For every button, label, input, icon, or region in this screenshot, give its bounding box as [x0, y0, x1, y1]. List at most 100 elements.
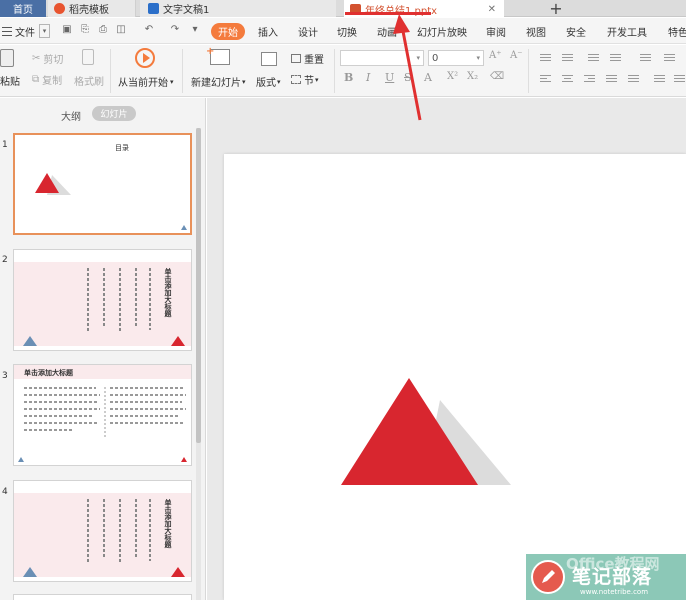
- text-line: [110, 401, 182, 403]
- menu-tab-developer[interactable]: 开发工具: [607, 24, 647, 39]
- clear-format-icon[interactable]: ⌫: [490, 71, 504, 82]
- menu-bar: 文件 ▾ ▣ ⎘ ⎙ ◫ ↶ ↷ ▾ 开始 插入 设计 切换 动画 幻灯片放映 …: [0, 18, 686, 44]
- layout-button[interactable]: 版式 ▾: [256, 74, 281, 90]
- print-icon[interactable]: ⎙: [98, 25, 108, 35]
- ribbon-separator: [110, 49, 111, 93]
- align-left-icon[interactable]: [540, 75, 551, 84]
- new-slide-button[interactable]: 新建幻灯片 ▾: [191, 74, 246, 90]
- watermark-brand-text: 笔记部落: [572, 566, 653, 588]
- new-tab-button[interactable]: +: [548, 0, 564, 18]
- slide-thumbnail-3[interactable]: 单击添加大标题: [13, 364, 192, 466]
- export-pdf-icon[interactable]: ⎘: [80, 25, 90, 35]
- pencil-logo-icon: [531, 560, 565, 594]
- menu-tab-features[interactable]: 特色: [668, 24, 686, 39]
- subscript-icon[interactable]: X₂: [467, 71, 478, 82]
- tab-document[interactable]: 文字文稿1: [140, 0, 336, 17]
- text-line: [110, 415, 180, 417]
- slide-title-text: 目录: [115, 144, 129, 152]
- tab-slides[interactable]: 幻灯片: [92, 106, 136, 121]
- reset-button[interactable]: 重置: [291, 51, 324, 66]
- text-line: [24, 429, 74, 431]
- format-painter-label[interactable]: 格式刷: [74, 73, 104, 88]
- align-right-icon[interactable]: [584, 75, 595, 84]
- window-tab-bar: 首页 稻壳模板 文字文稿1 年终总结1.pptx ✕ +: [0, 0, 686, 18]
- ribbon-separator: [334, 49, 335, 93]
- paste-icon[interactable]: [0, 49, 14, 67]
- slide-thumbnail-1[interactable]: 目录: [13, 133, 192, 235]
- text-column: [149, 499, 151, 561]
- menu-tab-security[interactable]: 安全: [566, 24, 586, 39]
- superscript-icon[interactable]: X²: [447, 71, 458, 82]
- tab-outline[interactable]: 大纲: [61, 108, 81, 123]
- tab-daoke-template[interactable]: 稻壳模板: [48, 0, 136, 17]
- grow-font-icon[interactable]: A⁺: [489, 50, 502, 61]
- menu-tab-view[interactable]: 视图: [526, 24, 546, 39]
- layout-icon[interactable]: [261, 52, 277, 66]
- triangle-graphic-red: [171, 336, 185, 346]
- play-from-current-button[interactable]: 从当前开始 ▾: [118, 74, 174, 90]
- quick-access-chevron-icon[interactable]: ▾: [190, 25, 200, 35]
- columns-icon[interactable]: [664, 54, 675, 63]
- chevron-down-icon: ▾: [476, 54, 480, 62]
- file-menu-button[interactable]: 文件 ▾: [2, 22, 52, 40]
- menu-tab-review[interactable]: 审阅: [486, 24, 506, 39]
- redo-icon[interactable]: ↷: [170, 25, 180, 35]
- menu-tab-design[interactable]: 设计: [298, 24, 318, 39]
- undo-icon[interactable]: ↶: [144, 25, 154, 35]
- triangle-graphic-red: [171, 567, 185, 577]
- save-icon[interactable]: ▣: [62, 25, 72, 35]
- cut-button[interactable]: ✂ 剪切: [32, 51, 63, 66]
- increase-indent-icon[interactable]: [610, 54, 621, 63]
- text-direction-icon[interactable]: [654, 75, 665, 84]
- reset-icon: [291, 54, 301, 63]
- bold-button[interactable]: B: [344, 71, 353, 84]
- shrink-font-icon[interactable]: A⁻: [510, 50, 523, 61]
- align-center-icon[interactable]: [562, 75, 573, 84]
- panel-scrollbar-thumb[interactable]: [196, 128, 201, 443]
- current-slide[interactable]: [224, 154, 686, 600]
- text-column: [135, 499, 137, 557]
- slide-number: 2: [2, 255, 8, 265]
- slide-editing-canvas[interactable]: [207, 98, 686, 600]
- font-size-value: 0: [432, 52, 439, 64]
- align-text-icon[interactable]: [674, 75, 685, 84]
- menu-tab-insert[interactable]: 插入: [258, 24, 278, 39]
- text-column: [103, 499, 105, 559]
- distribute-icon[interactable]: [628, 75, 639, 84]
- menu-tab-start[interactable]: 开始: [211, 23, 245, 40]
- bullet-list-icon[interactable]: [540, 54, 551, 63]
- numbered-list-icon[interactable]: [562, 54, 573, 63]
- line-spacing-icon[interactable]: [640, 54, 651, 63]
- copy-button[interactable]: ⧉ 复制: [32, 72, 62, 87]
- italic-button[interactable]: I: [366, 71, 370, 84]
- section-icon: [291, 75, 301, 84]
- section-label: 节: [304, 76, 314, 87]
- print-preview-icon[interactable]: ◫: [116, 25, 126, 35]
- justify-icon[interactable]: [606, 75, 617, 84]
- text-line: [24, 422, 98, 424]
- paste-button-label[interactable]: 粘贴: [0, 73, 20, 88]
- decrease-indent-icon[interactable]: [588, 54, 599, 63]
- ribbon-toolbar: 粘贴 ✂ 剪切 ⧉ 复制 格式刷 从当前开始 ▾ + 新建幻灯片 ▾ 版式 ▾ …: [0, 45, 686, 97]
- panel-view-tabs: 大纲 幻灯片: [0, 98, 206, 128]
- column-divider: [104, 387, 106, 437]
- text-column: [119, 499, 121, 563]
- slide-thumbnail-5-partial[interactable]: [13, 594, 192, 600]
- slide-title-text: 单击添加大标题: [24, 369, 73, 377]
- menu-tab-transition[interactable]: 切换: [337, 24, 357, 39]
- slide-thumbnail-4[interactable]: 单击添加大标题: [13, 480, 192, 582]
- text-line: [24, 401, 98, 403]
- reset-label: 重置: [304, 55, 324, 66]
- text-line: [110, 394, 186, 396]
- tab-home[interactable]: 首页: [0, 0, 46, 17]
- text-line: [110, 408, 186, 410]
- close-tab-icon[interactable]: ✕: [488, 4, 496, 15]
- ribbon-separator: [528, 49, 529, 93]
- font-size-select[interactable]: 0 ▾: [428, 50, 484, 66]
- chevron-down-icon[interactable]: ▾: [39, 24, 50, 38]
- slide-thumbnail-2[interactable]: 单击添加大标题: [13, 249, 192, 351]
- section-button[interactable]: 节 ▾: [291, 72, 319, 87]
- text-column: [149, 268, 151, 330]
- text-line: [24, 408, 100, 410]
- slide-title-text: 单击添加大标题: [164, 499, 172, 548]
